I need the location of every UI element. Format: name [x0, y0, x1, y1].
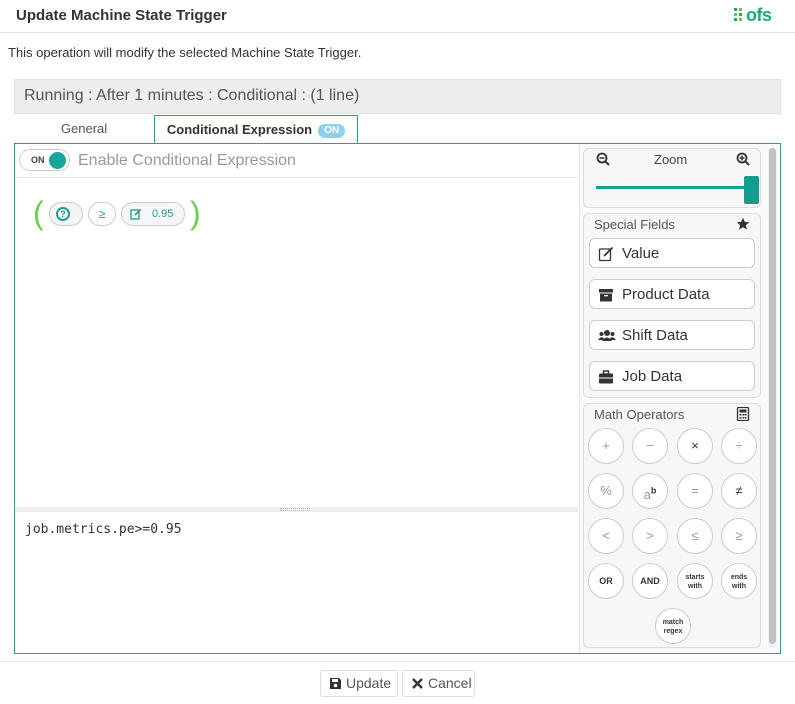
op-and-button[interactable]: AND — [632, 563, 668, 599]
op-percent-button[interactable]: % — [588, 473, 624, 509]
save-icon — [330, 678, 341, 689]
special-field-product-data[interactable]: Product Data — [589, 279, 755, 309]
tab-general[interactable]: General — [14, 115, 154, 143]
special-fields-section: Special Fields Value Product Data Shift … — [583, 213, 761, 398]
op-equals-button[interactable]: = — [677, 473, 713, 509]
op-less-than-button[interactable]: < — [588, 518, 624, 554]
update-button[interactable]: Update — [320, 670, 398, 697]
splitter-grip[interactable] — [280, 508, 310, 511]
op-match-regex-button[interactable]: match regex — [655, 608, 691, 644]
dialog-footer: Update Cancel — [0, 661, 795, 704]
op-starts-with-button[interactable]: starts with — [677, 563, 713, 599]
dialog-header: Update Machine State Trigger ofs — [0, 0, 795, 33]
special-field-shift-data[interactable]: Shift Data — [589, 320, 755, 350]
palette-sidebar: Zoom Special Fields Value Product Data S… — [579, 144, 780, 653]
close-icon — [412, 678, 423, 689]
expression-code[interactable]: job.metrics.pe>=0.95 — [25, 522, 182, 537]
special-field-value[interactable]: Value — [589, 238, 755, 268]
conditional-panel: ON Enable Conditional Expression ( ? ≥ 0… — [14, 143, 781, 654]
tab-conditional-label: Conditional Expression — [166, 122, 313, 137]
op-or-button[interactable]: OR — [588, 563, 624, 599]
briefcase-icon — [599, 370, 613, 384]
special-field-label: Value — [622, 245, 660, 262]
calculator-icon — [736, 407, 750, 421]
zoom-out-icon[interactable] — [596, 152, 610, 166]
star-icon — [736, 217, 750, 230]
logo-text: ofs — [746, 5, 772, 25]
op-multiply-button[interactable]: × — [677, 428, 713, 464]
op-less-equal-button[interactable]: ≤ — [677, 518, 713, 554]
zoom-slider-track[interactable] — [596, 186, 744, 189]
editor-splitter[interactable] — [15, 507, 578, 512]
zoom-control: Zoom — [583, 148, 761, 208]
enable-label: Enable Conditional Expression — [78, 152, 296, 169]
trigger-summary: Running : After 1 minutes : Conditional … — [14, 79, 781, 114]
edit-icon — [598, 246, 614, 262]
special-field-job-data[interactable]: Job Data — [589, 361, 755, 391]
op-power-button[interactable]: ab — [632, 473, 668, 509]
tab-general-label: General — [60, 121, 108, 136]
value-chip[interactable]: 0.95 — [121, 202, 185, 226]
zoom-slider-handle[interactable] — [744, 176, 759, 204]
tab-conditional-expression[interactable]: Conditional Expression ON — [154, 115, 358, 144]
zoom-in-icon[interactable] — [736, 152, 750, 166]
field-chip[interactable]: ? — [49, 202, 83, 226]
edit-icon — [130, 208, 142, 220]
tab-on-badge: ON — [318, 124, 346, 138]
archive-icon — [599, 289, 613, 302]
special-fields-title: Special Fields — [594, 217, 675, 232]
op-divide-button[interactable]: ÷ — [721, 428, 757, 464]
op-minus-button[interactable]: − — [632, 428, 668, 464]
zoom-label: Zoom — [654, 152, 688, 167]
value-number: 0.95 — [152, 208, 174, 220]
special-field-label: Shift Data — [622, 327, 688, 344]
palette-scrollbar-thumb[interactable] — [769, 148, 776, 644]
enable-row: ON Enable Conditional Expression — [15, 144, 578, 178]
open-paren[interactable]: ( — [33, 197, 44, 229]
question-circle-icon: ? — [56, 207, 70, 221]
math-operators-title: Math Operators — [594, 407, 685, 422]
cancel-label: Cancel — [428, 675, 472, 691]
dialog-title: Update Machine State Trigger — [16, 7, 227, 24]
special-field-label: Job Data — [622, 368, 683, 385]
logo-mark-icon — [734, 8, 742, 21]
ofs-logo: ofs — [733, 5, 772, 26]
expression-canvas: ( ? ≥ 0.95 ) — [15, 179, 578, 506]
update-label: Update — [346, 675, 392, 691]
trigger-summary-text: Running : After 1 minutes : Conditional … — [24, 87, 360, 104]
special-field-label: Product Data — [622, 286, 710, 303]
op-plus-button[interactable]: + — [588, 428, 624, 464]
toggle-state-label: ON — [31, 155, 45, 165]
enable-toggle[interactable]: ON — [19, 149, 70, 171]
dialog-subtitle: This operation will modify the selected … — [8, 45, 362, 60]
users-icon — [598, 330, 616, 341]
operator-chip[interactable]: ≥ — [88, 202, 116, 226]
power-label: ab — [643, 486, 657, 503]
op-greater-than-button[interactable]: > — [632, 518, 668, 554]
tab-bar: General Conditional Expression ON — [14, 115, 781, 144]
expression-editor: ON Enable Conditional Expression ( ? ≥ 0… — [15, 144, 578, 653]
op-not-equal-button[interactable]: ≠ — [721, 473, 757, 509]
cancel-button[interactable]: Cancel — [402, 670, 475, 697]
math-operators-section: Math Operators + − × ÷ % ab = ≠ < > ≤ ≥ … — [583, 403, 761, 648]
toggle-knob — [49, 152, 66, 169]
op-ends-with-button[interactable]: ends with — [721, 563, 757, 599]
op-greater-equal-button[interactable]: ≥ — [721, 518, 757, 554]
close-paren[interactable]: ) — [190, 197, 201, 229]
